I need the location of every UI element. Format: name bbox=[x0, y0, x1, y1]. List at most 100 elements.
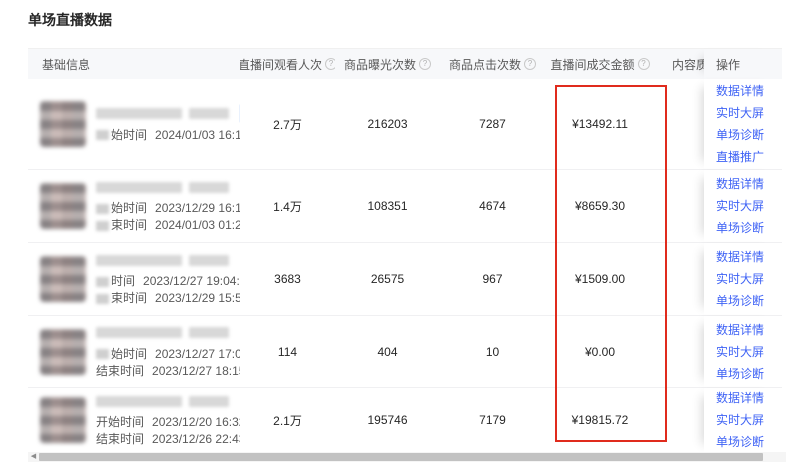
stream-meta: 开始时间2023/12/20 16:32:13结束时间2023/12/26 22… bbox=[96, 392, 240, 448]
blurred-title-segment bbox=[189, 327, 229, 338]
horizontal-scrollbar: ◀ bbox=[28, 452, 786, 462]
quality-cell bbox=[655, 170, 704, 242]
scrollbar-thumb[interactable] bbox=[39, 453, 763, 461]
viewers-cell: 2.1万 bbox=[240, 388, 335, 452]
viewers-cell: 3683 bbox=[240, 243, 335, 315]
session-diagnosis-link[interactable]: 单场诊断 bbox=[716, 363, 764, 385]
data-details-link[interactable]: 数据详情 bbox=[716, 319, 764, 341]
basic-info-cell: 始时间 2023/12/29 16:11:59 束时间 2024/01/03 01:2… bbox=[28, 170, 240, 242]
table-row: 开始时间2023/12/20 16:32:13结束时间2023/12/26 22… bbox=[28, 388, 782, 453]
gmv-cell: ¥1509.00 bbox=[545, 243, 655, 315]
live-sessions-table: 基础信息直播间观看人次?商品曝光次数?商品点击次数?直播间成交金额?内容质量操作… bbox=[28, 48, 782, 453]
data-details-link[interactable]: 数据详情 bbox=[716, 388, 764, 409]
realtime-screen-link[interactable]: 实时大屏 bbox=[716, 268, 764, 290]
blurred-title bbox=[96, 255, 182, 266]
col-header-label: 操作 bbox=[716, 56, 740, 73]
stream-thumbnail bbox=[40, 183, 86, 229]
time-label: 始时间 bbox=[111, 346, 147, 363]
col-header-gmv: 直播间成交金额? bbox=[545, 49, 655, 79]
stream-thumbnail bbox=[40, 329, 86, 375]
stream-meta: 时间2023/12/27 19:04:58束时间2023/12/29 15:52… bbox=[96, 251, 240, 307]
scrollbar-left-arrow-icon[interactable]: ◀ bbox=[28, 452, 39, 462]
viewers-cell: 1.4万 bbox=[240, 170, 335, 242]
time-value: 2023/12/20 16:32:13 bbox=[152, 414, 240, 431]
info-icon[interactable]: ? bbox=[419, 58, 431, 70]
basic-info-cell: 开始时间2023/12/20 16:32:13结束时间2023/12/26 22… bbox=[28, 388, 240, 452]
live-promotion-link[interactable]: 直播推广 bbox=[716, 146, 764, 168]
time-value: 2024/01/03 01:22:31 bbox=[155, 217, 240, 234]
gmv-cell: ¥19815.72 bbox=[545, 388, 655, 452]
table-body: 开播中始时间2024/01/03 16:17:092.7万2162037287¥… bbox=[28, 79, 782, 453]
actions-cell: 数据详情实时大屏单场诊断 bbox=[704, 316, 782, 387]
time-label: 开始时间 bbox=[96, 414, 144, 431]
session-diagnosis-link[interactable]: 单场诊断 bbox=[716, 290, 764, 312]
col-header-label: 内容质量 bbox=[672, 56, 704, 73]
clicks-cell: 967 bbox=[440, 243, 545, 315]
clicks-cell: 4674 bbox=[440, 170, 545, 242]
blurred-title-segment bbox=[189, 108, 229, 119]
stream-title-line bbox=[96, 324, 240, 342]
realtime-screen-link[interactable]: 实时大屏 bbox=[716, 341, 764, 363]
gmv-cell: ¥13492.11 bbox=[545, 79, 655, 169]
stream-meta: 开播中始时间2024/01/03 16:17:09 bbox=[96, 105, 240, 144]
quality-cell bbox=[655, 79, 704, 169]
blurred-title bbox=[96, 396, 182, 407]
col-header-info: 基础信息 bbox=[28, 49, 240, 79]
stream-title-line bbox=[96, 251, 240, 269]
time-label: 时间 bbox=[111, 273, 135, 290]
time-value: 2023/12/29 16:11:59 bbox=[155, 200, 240, 217]
viewers-cell: 114 bbox=[240, 316, 335, 387]
table-row: 始时间2023/12/27 17:01:48结束时间2023/12/27 18:… bbox=[28, 316, 782, 388]
time-value: 2023/12/27 19:04:58 bbox=[143, 273, 240, 290]
blur-smudge bbox=[96, 221, 109, 231]
basic-info-cell: 始时间2023/12/27 17:01:48结束时间2023/12/27 18:… bbox=[28, 316, 240, 387]
col-header-actions: 操作 bbox=[704, 49, 782, 79]
blur-smudge bbox=[96, 294, 109, 304]
blurred-title-segment bbox=[189, 396, 229, 407]
table-header: 基础信息直播间观看人次?商品曝光次数?商品点击次数?直播间成交金额?内容质量操作 bbox=[28, 49, 782, 79]
stream-thumbnail bbox=[40, 101, 86, 147]
col-header-label: 直播间成交金额 bbox=[550, 56, 634, 73]
stream-title-line bbox=[96, 178, 240, 196]
basic-info-cell: 时间2023/12/27 19:04:58束时间2023/12/29 15:52… bbox=[28, 243, 240, 315]
table-row: 始时间 2023/12/29 16:11:59 束时间 2024/01/03 01:2… bbox=[28, 170, 782, 243]
blurred-title-segment bbox=[189, 182, 229, 193]
time-label: 结束时间 bbox=[96, 431, 144, 448]
blurred-title-segment bbox=[189, 255, 229, 266]
session-diagnosis-link[interactable]: 单场诊断 bbox=[716, 431, 764, 452]
start-time-line: 开始时间 2023/12/20 16:32:13 bbox=[96, 414, 240, 431]
start-time-line: 始时间2023/12/27 17:01:48 bbox=[96, 346, 240, 363]
blurred-title bbox=[96, 327, 182, 338]
blur-smudge bbox=[96, 277, 109, 287]
exposure-cell: 195746 bbox=[335, 388, 440, 452]
actions-cell: 数据详情实时大屏单场诊断 bbox=[704, 170, 782, 242]
realtime-screen-link[interactable]: 实时大屏 bbox=[716, 102, 764, 124]
blur-smudge bbox=[96, 130, 109, 140]
time-label: 始时间 bbox=[111, 200, 147, 217]
info-icon[interactable]: ? bbox=[638, 58, 650, 70]
realtime-screen-link[interactable]: 实时大屏 bbox=[716, 195, 764, 217]
start-time-line: 始时间2024/01/03 16:17:09 bbox=[96, 127, 240, 144]
gmv-cell: ¥0.00 bbox=[545, 316, 655, 387]
blurred-title bbox=[96, 108, 182, 119]
session-diagnosis-link[interactable]: 单场诊断 bbox=[716, 124, 764, 146]
page-title: 单场直播数据 bbox=[28, 10, 112, 30]
time-label: 束时间 bbox=[111, 217, 147, 234]
session-diagnosis-link[interactable]: 单场诊断 bbox=[716, 217, 764, 239]
realtime-screen-link[interactable]: 实时大屏 bbox=[716, 409, 764, 431]
info-icon[interactable]: ? bbox=[524, 58, 536, 70]
gmv-cell: ¥8659.30 bbox=[545, 170, 655, 242]
info-icon[interactable]: ? bbox=[325, 58, 335, 70]
data-details-link[interactable]: 数据详情 bbox=[716, 173, 764, 195]
exposure-cell: 26575 bbox=[335, 243, 440, 315]
col-header-quality: 内容质量 bbox=[655, 49, 704, 79]
col-header-viewers: 直播间观看人次? bbox=[240, 49, 335, 79]
time-value: 2023/12/29 15:52:53 bbox=[155, 290, 240, 307]
quality-cell bbox=[655, 388, 704, 452]
data-details-link[interactable]: 数据详情 bbox=[716, 80, 764, 102]
data-details-link[interactable]: 数据详情 bbox=[716, 246, 764, 268]
live-data-page: 单场直播数据 基础信息直播间观看人次?商品曝光次数?商品点击次数?直播间成交金额… bbox=[0, 0, 810, 471]
end-time-line: 结束时间2023/12/27 18:15:44 bbox=[96, 363, 240, 380]
table-row: 开播中始时间2024/01/03 16:17:092.7万2162037287¥… bbox=[28, 79, 782, 170]
actions-cell: 数据详情实时大屏单场诊断 bbox=[704, 243, 782, 315]
